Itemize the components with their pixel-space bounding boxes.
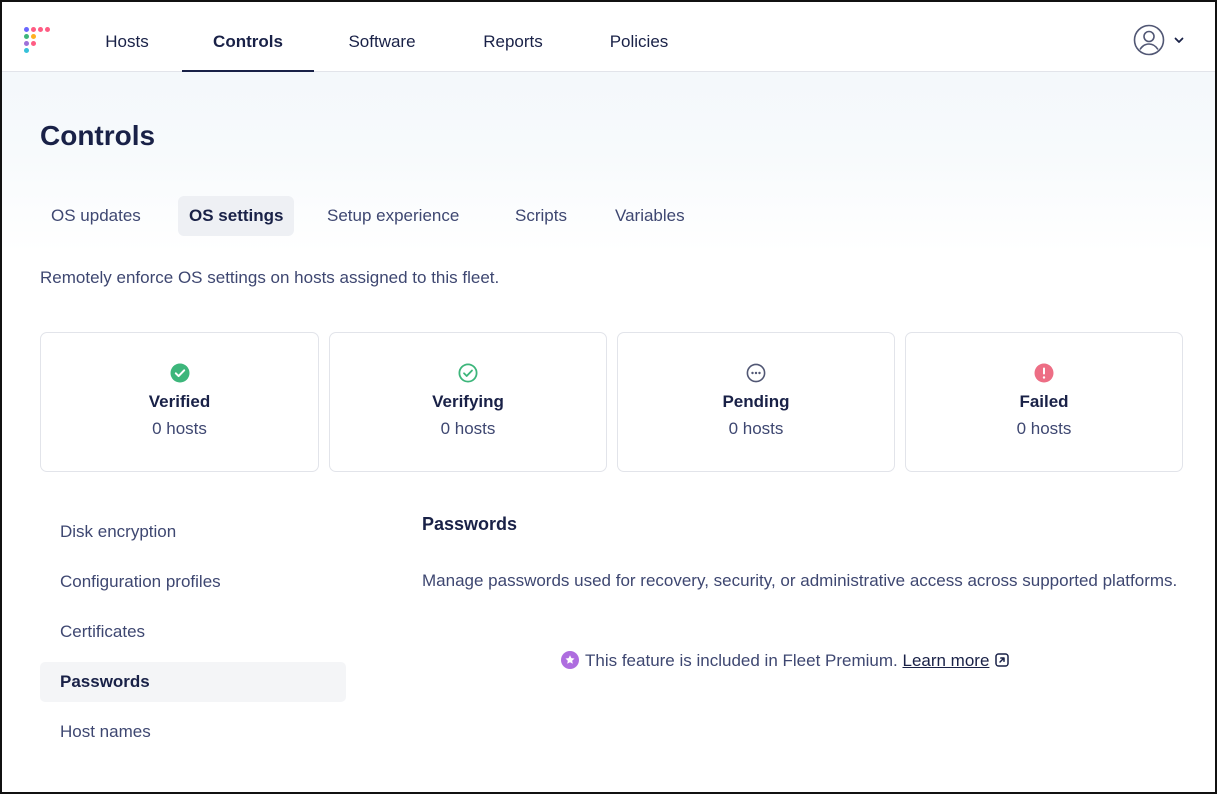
status-card-failed[interactable]: Failed 0 hosts <box>905 332 1183 472</box>
sidebar-item-host-names[interactable]: Host names <box>40 712 346 752</box>
status-card-verifying[interactable]: Verifying 0 hosts <box>329 332 607 472</box>
status-count: 0 hosts <box>728 419 784 438</box>
premium-text: This feature is included in Fleet Premiu… <box>585 651 898 670</box>
check-filled-icon <box>170 363 189 383</box>
user-avatar-icon <box>1133 24 1165 56</box>
status-count: 0 hosts <box>1016 419 1072 438</box>
sidebar-item-passwords[interactable]: Passwords <box>40 662 346 702</box>
tab-scripts[interactable]: Scripts <box>504 196 578 236</box>
premium-notice: This feature is included in Fleet Premiu… <box>561 651 1010 673</box>
status-count: 0 hosts <box>440 419 496 438</box>
status-label: Verifying <box>432 392 504 411</box>
sidebar-item-certificates[interactable]: Certificates <box>40 612 346 652</box>
premium-star-icon <box>561 651 579 670</box>
fleet-logo-icon[interactable] <box>24 27 52 53</box>
error-icon <box>1034 363 1054 383</box>
page-title: Controls <box>40 120 156 151</box>
tab-variables[interactable]: Variables <box>604 196 696 236</box>
status-label: Pending <box>722 392 790 411</box>
status-card-verified[interactable]: Verified 0 hosts <box>40 332 319 472</box>
external-link-icon[interactable] <box>994 652 1010 668</box>
status-label: Failed <box>1019 392 1069 411</box>
sidebar-item-configuration-profiles[interactable]: Configuration profiles <box>40 562 346 602</box>
nav-reports[interactable]: Reports <box>470 2 556 72</box>
chevron-down-icon <box>1174 37 1184 43</box>
nav-software[interactable]: Software <box>334 2 430 72</box>
section-title: Passwords <box>422 514 518 534</box>
app-window: Hosts Controls Software Reports Policies… <box>0 0 1217 794</box>
check-outline-icon <box>458 363 478 383</box>
nav-hosts[interactable]: Hosts <box>92 2 162 72</box>
tab-setup-experience[interactable]: Setup experience <box>316 196 470 236</box>
status-card-pending[interactable]: Pending 0 hosts <box>617 332 895 472</box>
pending-icon <box>746 363 766 383</box>
section-description: Manage passwords used for recovery, secu… <box>422 571 1178 590</box>
learn-more-link[interactable]: Learn more <box>902 651 989 670</box>
nav-policies[interactable]: Policies <box>596 2 682 72</box>
tab-os-settings[interactable]: OS settings <box>178 196 295 236</box>
status-label: Verified <box>148 392 211 411</box>
status-count: 0 hosts <box>152 419 207 438</box>
top-navigation: Hosts Controls Software Reports Policies <box>2 2 1215 72</box>
page-description: Remotely enforce OS settings on hosts as… <box>40 268 500 287</box>
tab-os-updates[interactable]: OS updates <box>40 196 152 236</box>
sidebar-item-disk-encryption[interactable]: Disk encryption <box>40 512 346 552</box>
user-menu[interactable] <box>1133 24 1193 56</box>
nav-controls[interactable]: Controls <box>182 2 314 72</box>
